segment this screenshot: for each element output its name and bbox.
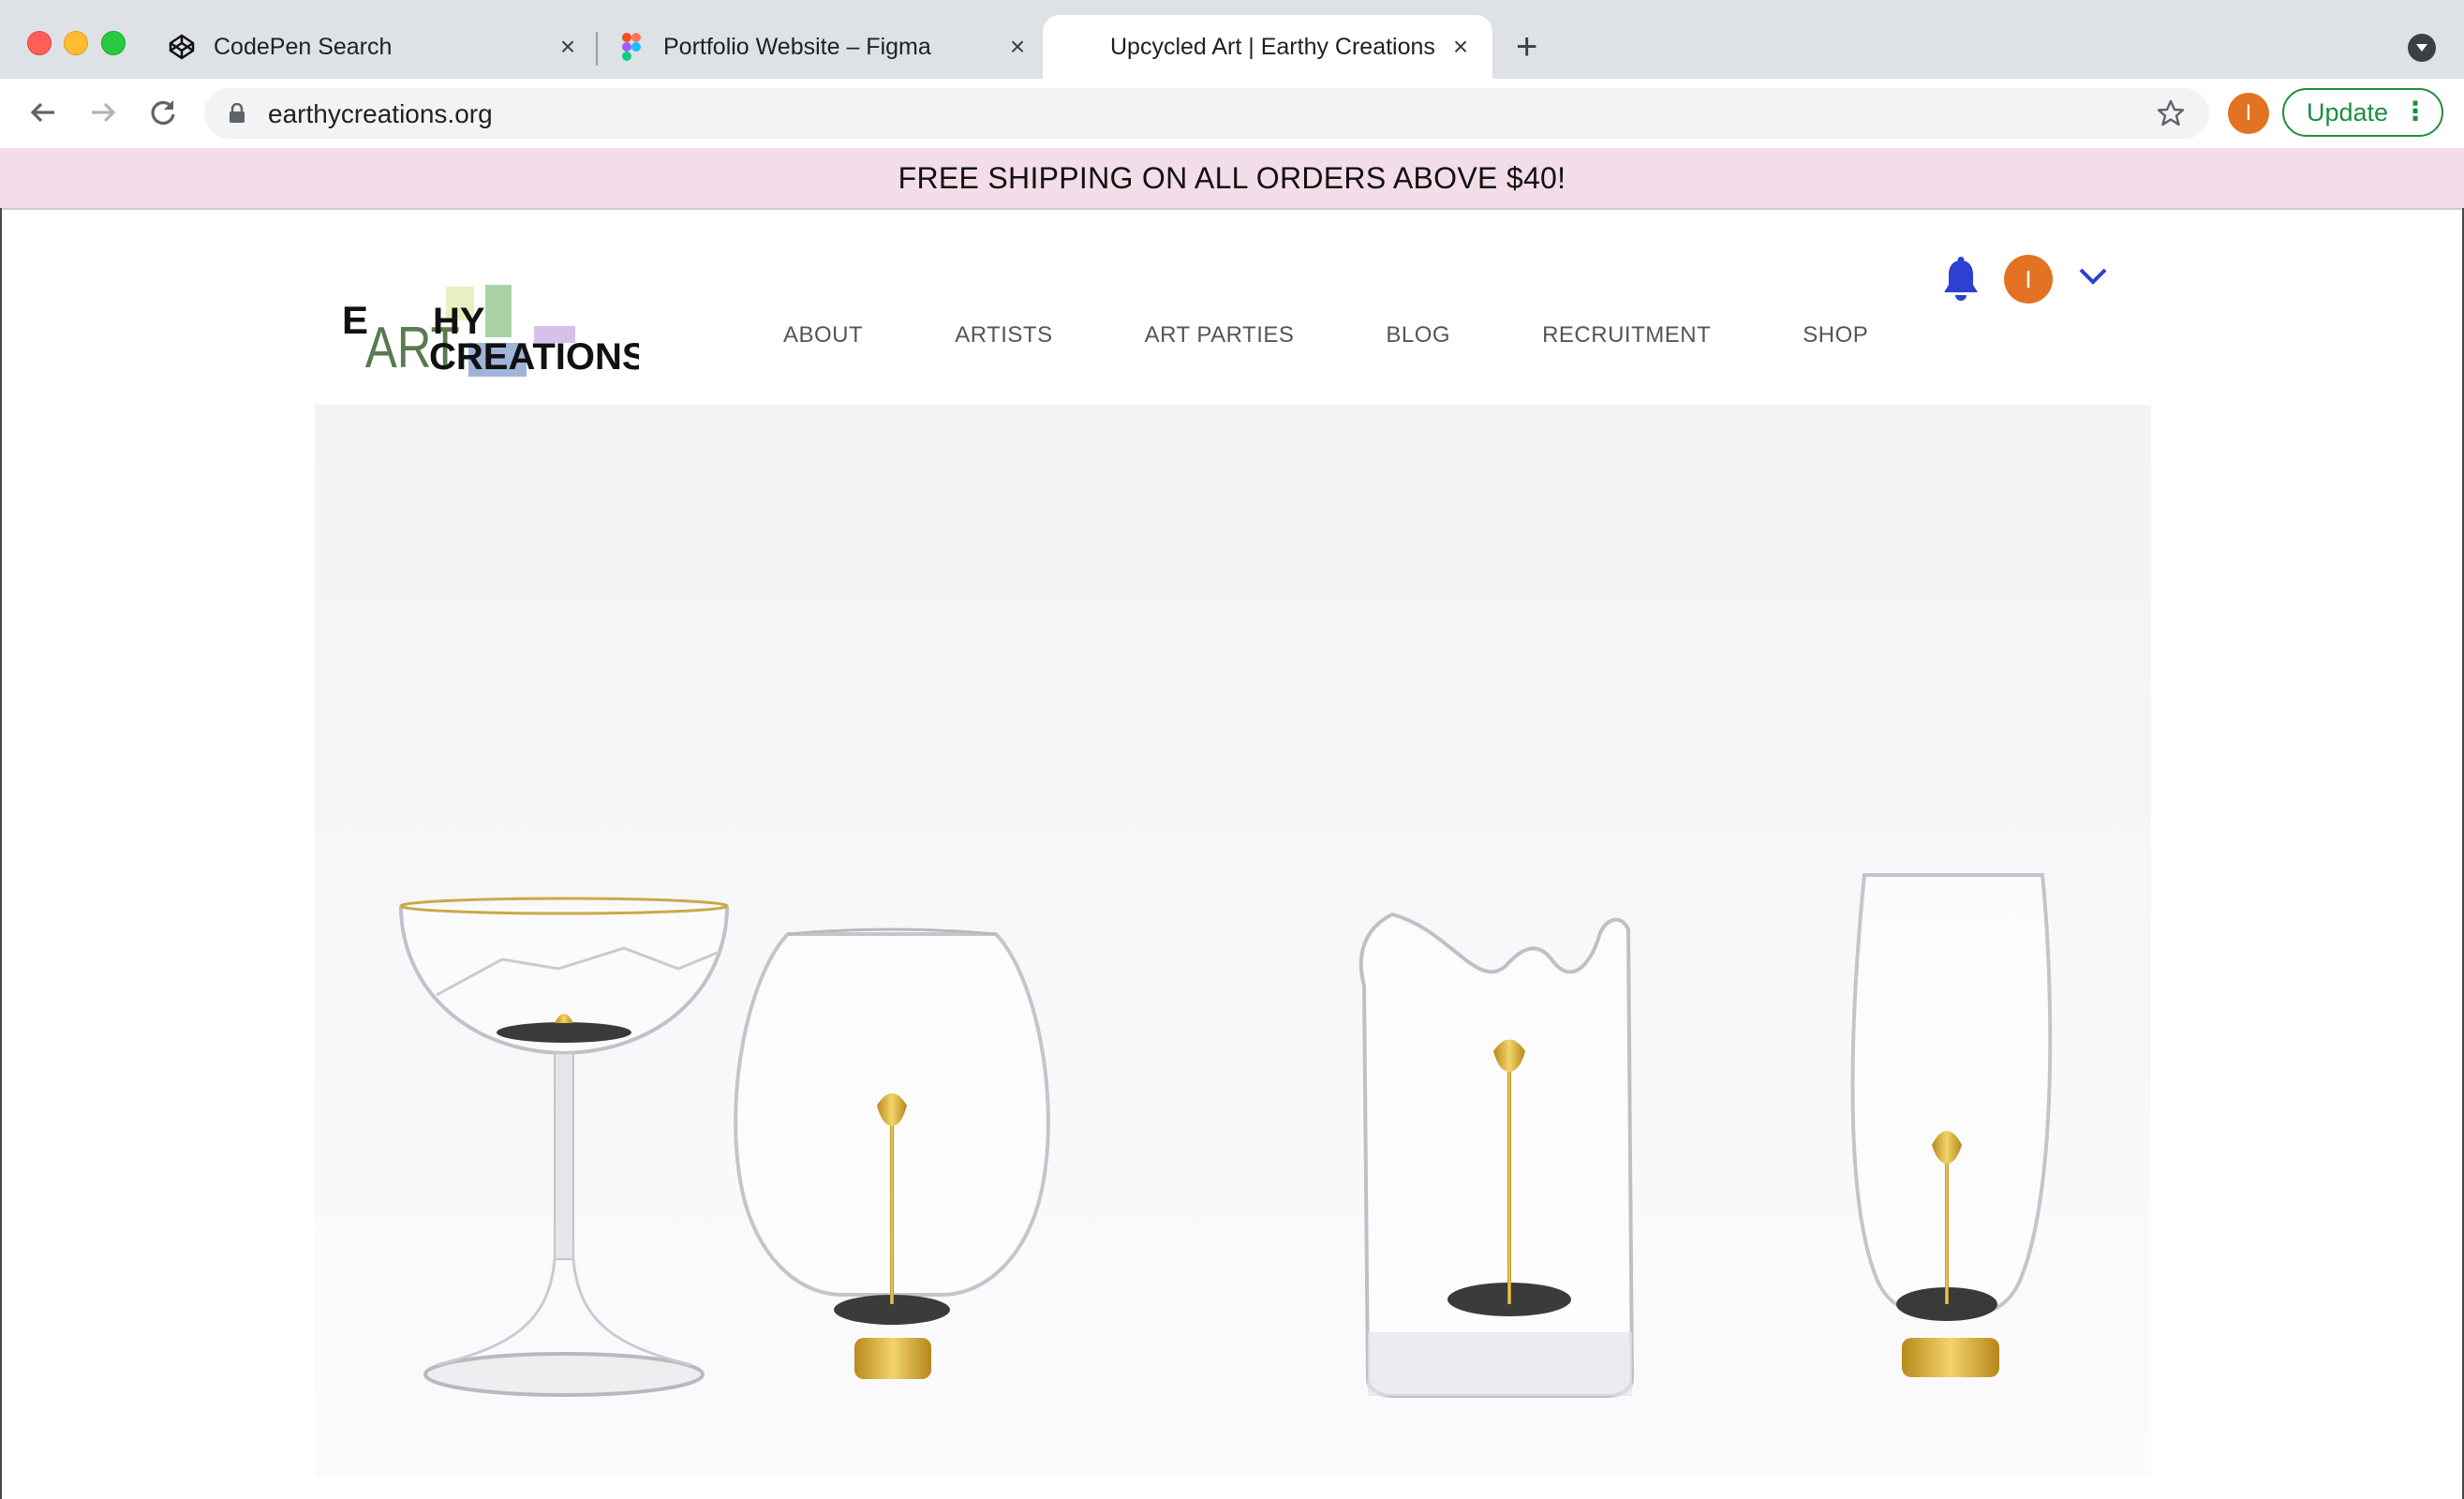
logo-e: E bbox=[342, 298, 368, 342]
browser-profile-avatar[interactable]: I bbox=[2228, 93, 2269, 134]
bookmark-star-icon[interactable] bbox=[2157, 99, 2185, 132]
nav-shop[interactable]: SHOP bbox=[1803, 322, 1868, 349]
browser-toolbar: earthycreations.org I Update ⋮ bbox=[0, 79, 2464, 149]
tab-title: Upcycled Art | Earthy Creations bbox=[1110, 33, 1435, 60]
main-nav: ABOUT ARTISTS ART PARTIES BLOG RECRUITME… bbox=[783, 322, 1960, 349]
tab-separator bbox=[596, 32, 598, 66]
tab-figma[interactable]: Portfolio Website – Figma × bbox=[618, 15, 1031, 79]
tab-title: Portfolio Website – Figma bbox=[663, 33, 931, 60]
tab-close-icon[interactable]: × bbox=[1447, 34, 1474, 60]
logo-creations: CREATIONS bbox=[429, 336, 639, 378]
page-left-edge bbox=[0, 208, 2, 1499]
site-logo[interactable]: E ART HY CREATIONS bbox=[339, 277, 647, 380]
forward-icon[interactable] bbox=[84, 94, 122, 131]
tab-title: CodePen Search bbox=[214, 33, 393, 60]
url-text: earthycreations.org bbox=[268, 99, 493, 128]
broken-highball-glass bbox=[1358, 912, 1635, 1398]
shipping-banner: FREE SHIPPING ON ALL ORDERS ABOVE $40! bbox=[0, 148, 2464, 210]
nav-art-parties[interactable]: ART PARTIES bbox=[1145, 322, 1295, 349]
codepen-icon bbox=[169, 34, 195, 60]
more-menu-icon[interactable]: ⋮ bbox=[2402, 90, 2428, 133]
update-label: Update bbox=[2307, 98, 2389, 126]
wine-tumbler bbox=[734, 928, 1050, 1379]
coupe-glass bbox=[399, 897, 729, 1397]
window-close-button[interactable] bbox=[27, 31, 52, 55]
update-button[interactable]: Update ⋮ bbox=[2282, 88, 2443, 137]
tall-flute-glass bbox=[1850, 873, 2053, 1377]
reload-icon[interactable] bbox=[144, 94, 182, 131]
chevron-down-icon[interactable] bbox=[2078, 266, 2108, 291]
user-avatar[interactable]: I bbox=[2004, 255, 2053, 304]
nav-recruitment[interactable]: RECRUITMENT bbox=[1542, 322, 1711, 349]
hero-image bbox=[315, 405, 2151, 1477]
back-icon[interactable] bbox=[24, 94, 62, 131]
nav-about[interactable]: ABOUT bbox=[783, 322, 863, 349]
address-bar[interactable]: earthycreations.org bbox=[204, 88, 2209, 139]
window-zoom-button[interactable] bbox=[101, 31, 126, 55]
tab-close-icon[interactable]: × bbox=[1004, 34, 1031, 60]
tab-codepen[interactable]: CodePen Search × bbox=[169, 15, 581, 79]
window-minimize-button[interactable] bbox=[64, 31, 88, 55]
notification-bell-icon[interactable] bbox=[1941, 257, 1981, 308]
tab-earthy-creations[interactable]: Upcycled Art | Earthy Creations × bbox=[1043, 15, 1492, 79]
tab-search-icon[interactable] bbox=[2408, 34, 2436, 62]
new-tab-icon[interactable]: + bbox=[1516, 28, 1537, 66]
tab-close-icon[interactable]: × bbox=[555, 34, 581, 60]
lock-icon bbox=[229, 102, 245, 128]
nav-blog[interactable]: BLOG bbox=[1386, 322, 1450, 349]
figma-icon bbox=[618, 33, 645, 61]
nav-artists[interactable]: ARTISTS bbox=[955, 322, 1052, 349]
tab-bar: CodePen Search × Portfolio Website – Fig… bbox=[0, 0, 2464, 79]
